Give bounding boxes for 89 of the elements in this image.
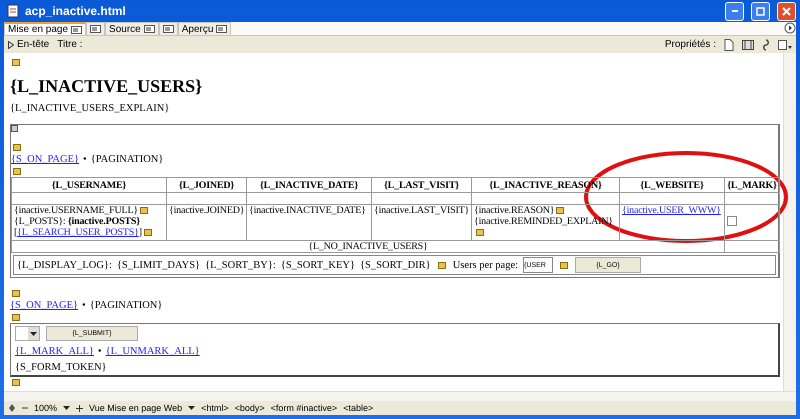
script-marker-icon — [144, 229, 152, 236]
bullet-separator: • — [98, 346, 102, 357]
filter-text: {S_SORT_KEY} — [280, 260, 356, 270]
column-header: {L_LAST_VISIT} — [372, 178, 472, 192]
title-label: Titre : — [57, 39, 82, 50]
view-tab[interactable] — [86, 22, 106, 35]
minimize-icon — [732, 10, 738, 12]
zoom-in-icon[interactable] — [76, 404, 84, 412]
tag-breadcrumb[interactable]: <form #inactive> — [270, 403, 338, 413]
move-icon[interactable] — [8, 404, 16, 412]
column-header: {L_INACTIVE_DATE} — [246, 178, 372, 192]
form-token-text: {S_FORM_TOKEN} — [15, 362, 108, 373]
film-strip-icon[interactable] — [742, 38, 754, 50]
dropdown-icon[interactable] — [778, 38, 792, 50]
cell-text: {inactive.REASON} — [474, 205, 554, 216]
page-heading: {L_INACTIVE_USERS} — [10, 76, 204, 97]
cell-text: {L_POSTS}: {inactive.POSTS} — [14, 216, 140, 227]
page-icon[interactable] — [724, 38, 734, 50]
horizontal-scrollbar[interactable] — [4, 391, 796, 401]
caret-icon[interactable] — [188, 406, 196, 410]
script-marker-icon — [476, 229, 484, 236]
zoom-level[interactable]: 100% — [34, 403, 58, 413]
view-tab[interactable] — [158, 22, 178, 35]
view-tab[interactable]: Aperçu — [178, 22, 232, 35]
header-toggle[interactable]: En-tête — [8, 39, 50, 50]
window-title: acp_inactive.html — [25, 4, 127, 18]
view-icon — [90, 25, 102, 33]
filter-text: {S_SORT_DIR} — [360, 260, 431, 270]
view-tab[interactable]: Source — [105, 22, 159, 35]
script-marker-icon — [556, 207, 564, 214]
cell-link[interactable]: {inactive.USER_WWW} — [622, 205, 721, 216]
script-marker-icon — [12, 290, 20, 298]
column-header: {L_WEBSITE} — [620, 178, 724, 192]
document-icon — [6, 4, 20, 18]
tag-breadcrumb[interactable]: <body> — [234, 403, 265, 413]
action-select[interactable] — [15, 326, 40, 341]
maximize-icon — [756, 6, 765, 16]
triangle-icon — [8, 40, 14, 48]
view-icon — [216, 25, 228, 33]
script-marker-icon — [12, 379, 20, 386]
page-link[interactable]: {S_ON_PAGE} — [10, 300, 78, 311]
script-marker-icon — [12, 314, 20, 322]
unmark-all-link[interactable]: {L_UNMARK_ALL} — [106, 346, 200, 357]
view-tab[interactable]: Mise en page — [4, 22, 86, 35]
script-marker-icon — [13, 144, 21, 152]
mark-checkbox[interactable] — [727, 216, 737, 226]
properties-label: Propriétés : — [664, 39, 716, 50]
empty-message: {L_NO_INACTIVE_USERS} — [12, 240, 724, 252]
column-header: {L_JOINED} — [166, 178, 246, 192]
table-handle-icon — [11, 125, 18, 132]
filter-text: {L_SORT_BY}: — [205, 260, 276, 270]
explain-text: {L_INACTIVE_USERS_EXPLAIN} — [10, 103, 170, 114]
close-button[interactable] — [777, 2, 796, 20]
tag-breadcrumb[interactable]: <html> — [201, 403, 229, 413]
cell-text: {inactive.JOINED} — [169, 205, 244, 216]
cell-text: {inactive.LAST_VISIT} — [374, 205, 470, 216]
page-link[interactable]: {S_ON_PAGE} — [11, 154, 80, 165]
close-icon — [782, 6, 791, 16]
bullet-separator: • — [83, 154, 87, 165]
script-marker-icon — [13, 168, 21, 176]
play-circle-icon[interactable] — [784, 22, 796, 34]
tag-breadcrumb[interactable]: <table> — [343, 403, 374, 413]
caret-icon[interactable] — [63, 406, 70, 410]
maximize-button[interactable] — [751, 2, 770, 20]
pagination-text: {PAGINATION} — [90, 300, 162, 311]
vertical-scrollbar[interactable] — [783, 53, 796, 391]
column-header: {L_MARK} — [724, 178, 780, 192]
cell-text: ] — [138, 227, 142, 238]
cell-text: {inactive.INACTIVE_DATE} — [249, 205, 366, 216]
script-marker-icon — [560, 262, 568, 268]
view-icon — [71, 26, 82, 34]
dropdown-arrow-icon — [30, 332, 37, 336]
script-marker-icon — [438, 262, 446, 268]
cell-link[interactable]: {L_SEARCH_USER_POSTS} — [17, 227, 139, 238]
view-icon — [144, 25, 155, 33]
cell-text: {inactive.USERNAME_FULL} — [14, 205, 138, 216]
view-mode[interactable]: Vue Mise en page Web — [89, 403, 182, 413]
cell-text: [ — [14, 227, 18, 238]
filter-text: {S_LIMIT_DAYS} — [116, 260, 200, 270]
users-per-page-label: Users per page: — [452, 260, 518, 270]
mark-all-link[interactable]: {L_MARK_ALL} — [15, 346, 94, 357]
filter-text: {L_DISPLAY_LOG}: — [17, 260, 112, 270]
pagination-text: {PAGINATION} — [90, 154, 164, 165]
minimize-button[interactable] — [725, 2, 744, 20]
view-icon — [162, 25, 174, 33]
column-header: {L_USERNAME} — [12, 178, 166, 192]
script-marker-icon — [140, 207, 148, 214]
script-marker-icon — [12, 59, 20, 66]
bullet-separator: • — [82, 300, 86, 311]
